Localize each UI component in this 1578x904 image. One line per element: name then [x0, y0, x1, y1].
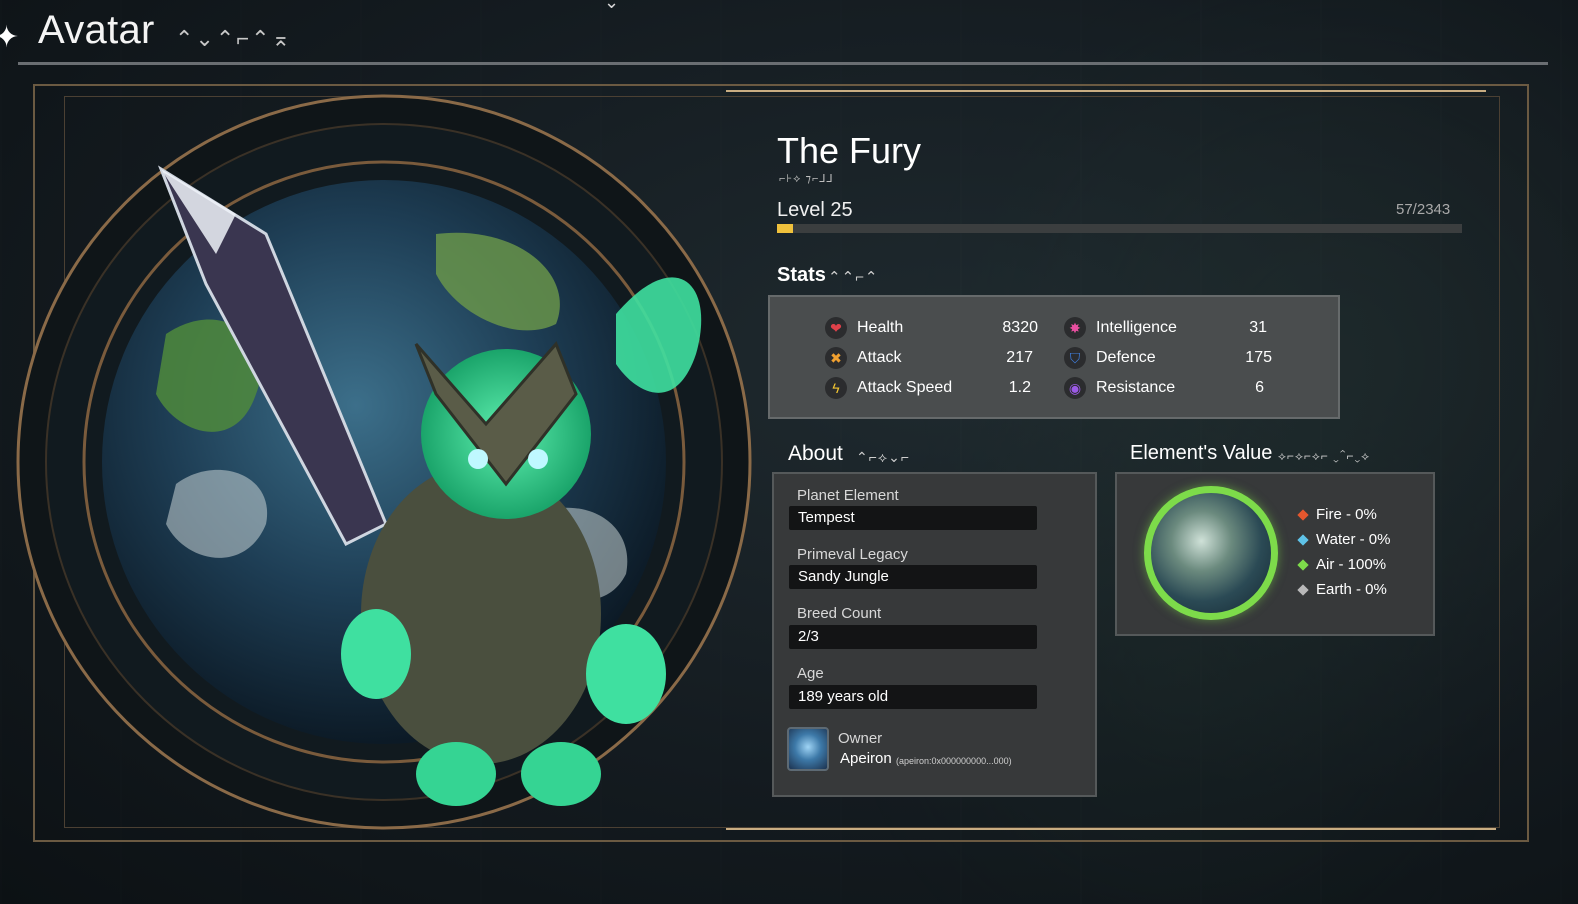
stat-defence: ⛉ Defence	[1064, 345, 1156, 371]
primeval-legacy-label: Primeval Legacy	[797, 546, 908, 563]
chevron-down-icon[interactable]: ⌄	[604, 0, 619, 13]
level-label: Level 25	[777, 199, 853, 221]
stat-label: Attack	[857, 349, 902, 366]
planet-element-value: Tempest	[789, 506, 1037, 530]
stat-resistance-value: 6	[1255, 379, 1264, 396]
elements-title: Element's Value	[1130, 442, 1273, 464]
stat-label: Intelligence	[1096, 319, 1177, 336]
creature-leg	[416, 742, 496, 806]
element-earth-label: Earth - 0%	[1316, 581, 1387, 598]
star-icon: ✦	[0, 21, 20, 54]
xp-progress-fill	[777, 224, 794, 233]
owner-label: Owner	[838, 730, 883, 747]
attack-icon: ✖	[825, 347, 847, 369]
about-rune: ⌃⌐⟡⌄⌐	[856, 449, 911, 465]
frame-accent-top	[726, 90, 1486, 92]
stat-label: Health	[857, 319, 904, 336]
stat-intelligence: ✸ Intelligence	[1064, 315, 1177, 341]
title-rune: ⌃⌄⌃⌐⌃⌅	[175, 26, 293, 51]
breed-count-label: Breed Count	[797, 605, 882, 622]
shield-icon: ⛉	[1064, 347, 1086, 369]
stat-intelligence-value: 31	[1249, 319, 1267, 336]
stat-value: 217	[990, 345, 1033, 371]
stat-attack-speed-value: 1.2	[1008, 379, 1031, 396]
stat-label: Resistance	[1096, 379, 1176, 396]
stat-resistance: ◉ Resistance	[1064, 375, 1175, 401]
element-air-label: Air - 100%	[1316, 556, 1387, 573]
element-fire: Fire - 0%	[1297, 506, 1377, 523]
creature-leg	[521, 742, 601, 806]
xp-progress-bar	[777, 224, 1462, 233]
element-fire-label: Fire - 0%	[1316, 506, 1377, 523]
header-divider	[18, 62, 1548, 65]
stat-value: 175	[1230, 345, 1272, 371]
stat-attack-speed: ϟ Attack Speed	[825, 375, 952, 401]
header: ✦ Avatar ⌃⌄⌃⌐⌃⌅ ⌄	[0, 0, 1560, 66]
element-air: Air - 100%	[1297, 556, 1387, 573]
intelligence-icon: ✸	[1064, 317, 1086, 339]
creature-arm	[341, 609, 411, 699]
creature-arm	[586, 624, 666, 724]
stat-defence-value: 175	[1245, 349, 1272, 366]
age-label: Age	[797, 665, 824, 682]
planet-element-label: Planet Element	[797, 487, 899, 504]
air-diamond-icon	[1297, 558, 1309, 571]
fire-diamond-icon	[1297, 508, 1309, 521]
stat-label: Defence	[1096, 349, 1156, 366]
stat-value: 31	[1230, 315, 1267, 341]
stat-health-value: 8320	[1002, 319, 1038, 336]
about-title: About	[788, 442, 843, 465]
element-water-label: Water - 0%	[1316, 531, 1391, 548]
stat-label: Attack Speed	[857, 379, 953, 396]
resistance-icon: ◉	[1064, 377, 1086, 399]
avatar-portrait	[16, 94, 752, 830]
breed-count-value: 2/3	[789, 625, 1037, 649]
creature-eye	[468, 449, 488, 469]
stat-attack-value: 217	[1006, 349, 1033, 366]
stat-attack: ✖ Attack	[825, 345, 901, 371]
heart-icon: ❤	[825, 317, 847, 339]
page-title: Avatar	[38, 8, 155, 52]
element-earth: Earth - 0%	[1297, 581, 1387, 598]
avatar-name-rune: ⌐⊦⟡ ⁊⌐⅃⅃	[779, 173, 834, 185]
water-diamond-icon	[1297, 533, 1309, 546]
stats-title: Stats	[777, 264, 826, 286]
owner-address: (apeiron:0x000000000...000)	[896, 756, 1012, 766]
owner-avatar[interactable]	[787, 727, 829, 771]
creature-eye	[528, 449, 548, 469]
avatar-name: The Fury	[777, 130, 922, 171]
stats-rune: ⌃⌃⌐⌃	[828, 269, 879, 286]
owner-name[interactable]: Apeiron	[840, 750, 892, 767]
element-globe	[1144, 486, 1278, 620]
earth-diamond-icon	[1297, 583, 1309, 596]
stat-value: 8320	[990, 315, 1038, 341]
primeval-legacy-value: Sandy Jungle	[789, 565, 1037, 589]
element-water: Water - 0%	[1297, 531, 1391, 548]
xp-counter: 57/2343	[1396, 201, 1451, 218]
stat-value: 1.2	[990, 375, 1031, 401]
lightning-icon: ϟ	[825, 377, 847, 399]
age-value: 189 years old	[789, 685, 1037, 709]
stat-value: 6	[1230, 375, 1264, 401]
frame-accent-bottom	[726, 828, 1496, 830]
stat-health: ❤ Health	[825, 315, 903, 341]
elements-rune: ⟡⌐⟡⌐⟡⌐ ⌄⌃⌐⌄⟡	[1278, 449, 1371, 463]
